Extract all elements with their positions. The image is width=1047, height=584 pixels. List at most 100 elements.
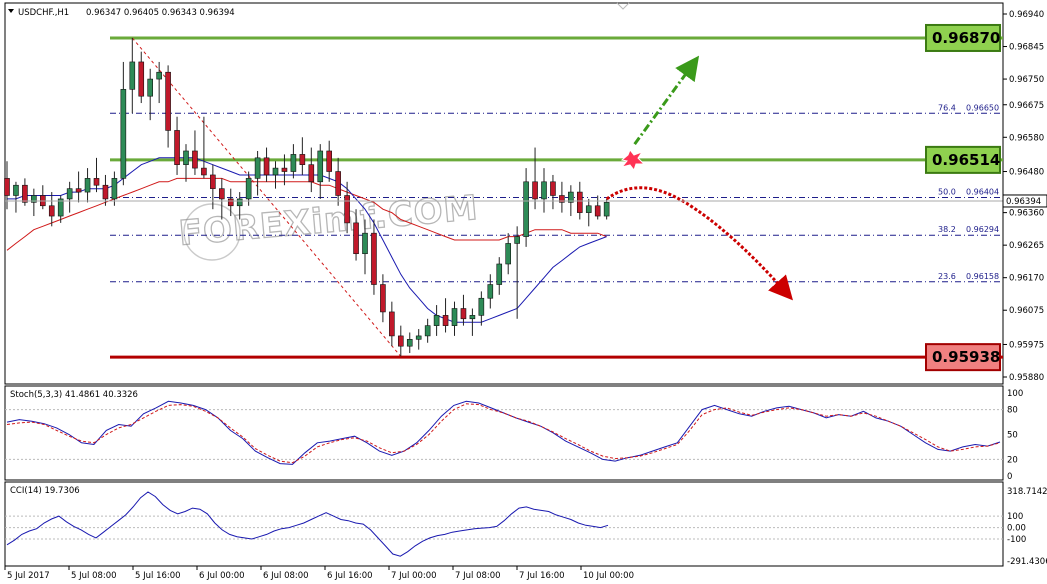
price-tick-label: 0.96360 xyxy=(1009,209,1044,219)
chart-canvas: FOREXimf.COM 76.4 0.9665050.0 0.9640438.2 0… xyxy=(4,2,1047,581)
fib-price-label: 0.96294 xyxy=(966,225,999,234)
bearish-candle xyxy=(460,308,467,320)
bearish-candle xyxy=(22,184,28,203)
price-tick-label: 0.96170 xyxy=(1009,274,1044,284)
time-tick-label: 5 Jul 2017 xyxy=(7,571,50,581)
bearish-candle xyxy=(576,191,583,213)
fib-ratio-label: 23.6 xyxy=(938,272,956,281)
fib-ratio-label: 76.4 xyxy=(938,103,956,112)
time-tick-label: 10 Jul 00:00 xyxy=(583,571,634,581)
bullish-candle xyxy=(523,181,529,237)
cci-tick-label: -291.4306 xyxy=(1007,557,1047,567)
time-tick-label: 6 Jul 08:00 xyxy=(263,571,309,581)
bullish-candle xyxy=(433,315,440,326)
time-tick-label: 6 Jul 00:00 xyxy=(199,571,245,581)
bearish-candle xyxy=(165,71,171,131)
ohlc-readout: 0.96347 0.96405 0.96343 0.96394 xyxy=(86,8,235,18)
bearish-candle xyxy=(263,157,270,176)
chart-window: FOREXimf.COM 76.4 0.96650 50.0 0.96404 38.2 0… xyxy=(0,0,1047,584)
bullish-candle xyxy=(478,297,485,316)
bullish-candle xyxy=(254,157,261,179)
bullish-candle xyxy=(496,263,503,285)
stoch-title: Stoch(5,3,3) 41.4861 40.3326 xyxy=(10,390,138,400)
bearish-candle xyxy=(371,232,377,285)
symbol-label: USDCHF.,H1 xyxy=(18,8,69,18)
stoch-tick-label: 80 xyxy=(1007,406,1018,416)
price-tick-label: 0.96750 xyxy=(1009,75,1044,85)
price-tick-label: 0.96940 xyxy=(1009,10,1044,20)
bearish-candle xyxy=(48,205,55,217)
bullish-candle xyxy=(245,178,252,200)
bullish-candle xyxy=(603,202,610,217)
stoch-panel-frame xyxy=(4,385,1004,481)
bearish-candle xyxy=(532,181,538,200)
fib-price-label: 0.96404 xyxy=(966,188,999,197)
price-tick-label: 0.95975 xyxy=(1009,340,1044,350)
bearish-candle xyxy=(550,181,556,196)
cci-tick-label: 100 xyxy=(1007,512,1023,522)
bullish-candle xyxy=(84,178,91,193)
stoch-tick-label: 100 xyxy=(1007,389,1023,399)
bullish-candle xyxy=(290,154,297,172)
cci-tick-label: 318.7142 xyxy=(1007,487,1047,497)
bearish-candle xyxy=(201,167,207,176)
price-panel-frame xyxy=(4,2,1004,385)
bearish-candle xyxy=(397,335,404,347)
price-tick-label: 0.96845 xyxy=(1009,43,1044,53)
price-box-label: 0.96870 xyxy=(932,29,1000,47)
time-tick-label: 5 Jul 08:00 xyxy=(71,571,117,581)
bearish-candle xyxy=(353,222,359,255)
bullish-candle xyxy=(415,335,422,340)
bearish-candle xyxy=(308,164,315,183)
cci-panel-frame xyxy=(4,481,1004,567)
bearish-candle xyxy=(299,154,306,165)
price-tick-label: 0.96075 xyxy=(1009,306,1044,316)
price-tick-label: 0.96265 xyxy=(1009,241,1044,251)
time-tick-label: 7 Jul 16:00 xyxy=(519,571,565,581)
cci-title: CCI(14) 19.7306 xyxy=(10,486,80,496)
bullish-candle xyxy=(469,315,476,320)
bearish-candle xyxy=(389,311,395,337)
bullish-candle xyxy=(487,284,494,299)
bearish-candle xyxy=(281,167,288,172)
bearish-candle xyxy=(594,205,601,217)
bullish-candle xyxy=(183,150,189,165)
bearish-candle xyxy=(75,188,82,193)
time-axis: 5 Jul 2017 5 Jul 08:00 5 Jul 16:00 6 Jul 00… xyxy=(4,566,634,581)
bullish-candle xyxy=(236,198,243,207)
bearish-candle xyxy=(326,150,333,172)
bullish-candle xyxy=(585,205,592,213)
cci-tick-label: 0.00 xyxy=(1007,524,1026,534)
fib-price-label: 0.96158 xyxy=(966,272,999,281)
bullish-candle xyxy=(541,181,547,200)
price-tick-label: 0.96580 xyxy=(1009,133,1044,143)
price-box-label: 0.95938 xyxy=(932,348,1000,366)
stoch-tick-label: 50 xyxy=(1007,431,1018,441)
bearish-candle xyxy=(93,178,100,186)
bullish-candle xyxy=(57,198,64,217)
bullish-candle xyxy=(120,89,127,179)
stoch-tick-label: 20 xyxy=(1007,455,1018,465)
bullish-candle xyxy=(147,78,153,97)
current-price-label: 0.96394 xyxy=(1006,197,1041,207)
bearish-candle xyxy=(192,150,198,169)
bearish-candle xyxy=(335,171,341,196)
bearish-candle xyxy=(219,188,225,200)
bearish-candle xyxy=(380,284,386,313)
bearish-candle xyxy=(442,315,449,326)
time-tick-label: 7 Jul 08:00 xyxy=(455,571,501,581)
bullish-candle xyxy=(362,232,368,255)
bearish-candle xyxy=(344,195,350,224)
bullish-candle xyxy=(129,61,136,90)
cci-tick-label: -100 xyxy=(1007,535,1026,545)
price-tick-label: 0.96675 xyxy=(1009,101,1044,111)
time-tick-label: 6 Jul 16:00 xyxy=(327,571,373,581)
bullish-candle xyxy=(13,184,19,196)
price-tick-label: 0.95880 xyxy=(1009,373,1044,383)
bearish-candle xyxy=(210,174,216,189)
stoch-tick-label: 0 xyxy=(1007,472,1012,482)
fib-ratio-label: 38.2 xyxy=(938,225,956,234)
bearish-candle xyxy=(138,61,145,97)
bearish-candle xyxy=(102,184,109,200)
bearish-candle xyxy=(4,178,10,196)
